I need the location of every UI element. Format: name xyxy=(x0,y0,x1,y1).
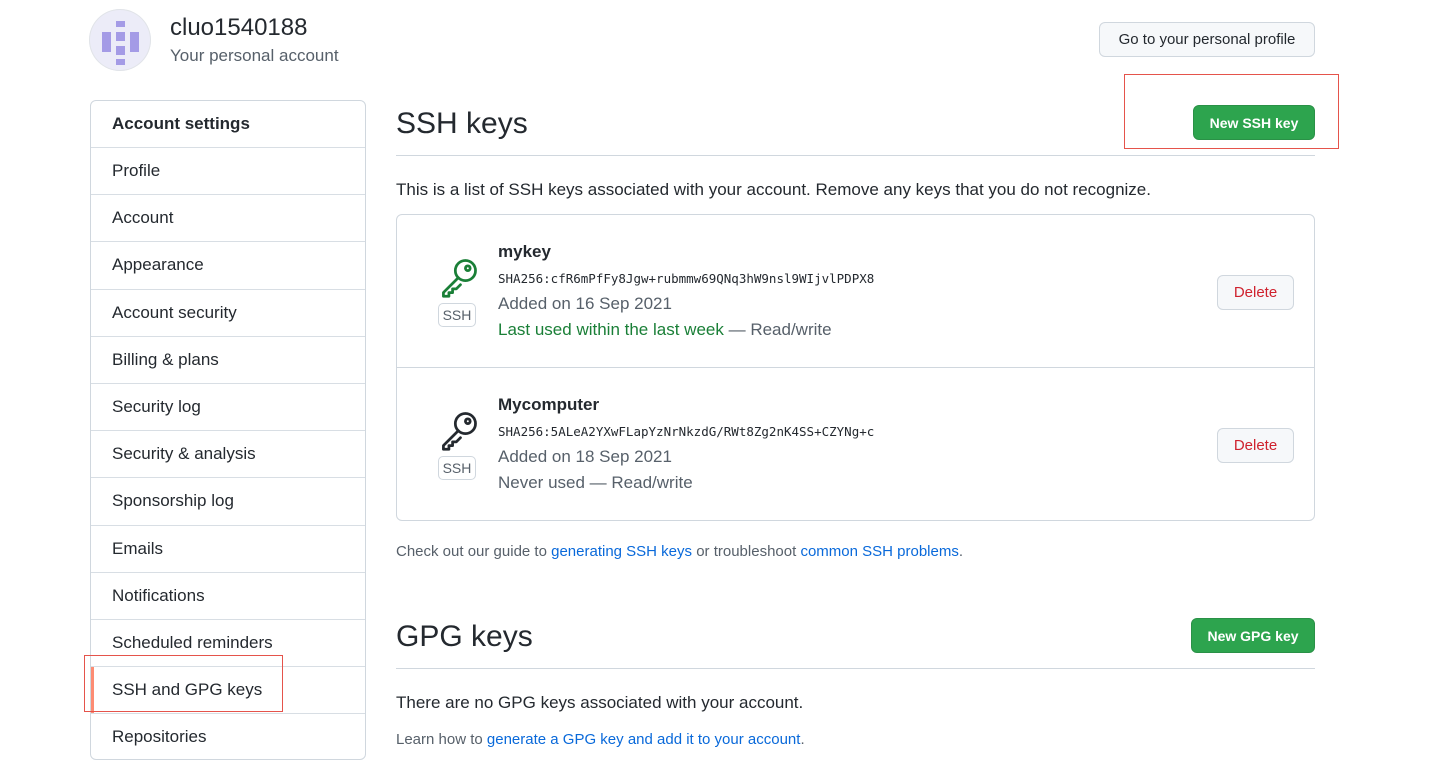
key-usage: Last used within the last week — Read/wr… xyxy=(498,320,832,340)
guide-prefix: Check out our guide to xyxy=(396,543,547,560)
generate-gpg-key-link[interactable]: generate a GPG key and add it to your ac… xyxy=(487,731,801,748)
delete-key-button[interactable]: Delete xyxy=(1217,428,1294,463)
gpg-divider xyxy=(396,668,1315,669)
key-added-date: Added on 18 Sep 2021 xyxy=(498,447,672,466)
account-type-label: Your personal account xyxy=(170,46,339,65)
key-access: — Read/write xyxy=(728,320,832,339)
new-ssh-key-button[interactable]: New SSH key xyxy=(1193,105,1315,140)
sidebar-item-scheduled-reminders[interactable]: Scheduled reminders xyxy=(91,620,365,668)
key-icon xyxy=(442,259,477,298)
ssh-keys-title: SSH keys xyxy=(396,107,528,140)
ssh-key-row: SSH Mycomputer SHA256:5ALeA2YXwFLapYzNrN… xyxy=(397,367,1314,520)
key-icon xyxy=(442,412,477,451)
sidebar-item-profile[interactable]: Profile xyxy=(91,148,365,196)
delete-key-button[interactable]: Delete xyxy=(1217,275,1294,310)
sidebar-item-account[interactable]: Account xyxy=(91,195,365,243)
key-added-date: Added on 16 Sep 2021 xyxy=(498,294,672,313)
sidebar-item-sponsorship-log[interactable]: Sponsorship log xyxy=(91,478,365,526)
sidebar-item-appearance[interactable]: Appearance xyxy=(91,242,365,290)
gpg-keys-title: GPG keys xyxy=(396,620,533,653)
ssh-key-list: SSH mykey SHA256:cfR6mPfFy8Jgw+rubmmw69Q… xyxy=(396,214,1315,521)
key-last-used: Never used xyxy=(498,473,585,492)
sidebar-item-account-security[interactable]: Account security xyxy=(91,290,365,337)
gpg-empty-text: There are no GPG keys associated with yo… xyxy=(396,693,804,712)
sidebar-item-repositories[interactable]: Repositories xyxy=(91,714,365,759)
key-last-used: Last used within the last week xyxy=(498,320,724,339)
ssh-type-badge: SSH xyxy=(438,456,476,480)
go-to-profile-button[interactable]: Go to your personal profile xyxy=(1099,22,1315,57)
ssh-key-row: SSH mykey SHA256:cfR6mPfFy8Jgw+rubmmw69Q… xyxy=(397,215,1314,367)
learn-suffix: . xyxy=(800,731,805,748)
common-ssh-problems-link[interactable]: common SSH problems xyxy=(800,543,958,560)
ssh-guide-text: Check out our guide to generating SSH ke… xyxy=(396,543,963,560)
ssh-type-badge: SSH xyxy=(438,303,476,327)
new-gpg-key-button[interactable]: New GPG key xyxy=(1191,618,1315,653)
sidebar-heading: Account settings xyxy=(91,101,365,148)
sidebar-item-notifications[interactable]: Notifications xyxy=(91,573,365,620)
ssh-description: This is a list of SSH keys associated wi… xyxy=(396,180,1151,199)
key-fingerprint: SHA256:5ALeA2YXwFLapYzNrNkzdG/RWt8Zg2nK4… xyxy=(498,424,875,439)
sidebar-item-emails[interactable]: Emails xyxy=(91,526,365,573)
sidebar-item-security-analysis[interactable]: Security & analysis xyxy=(91,431,365,479)
guide-suffix: . xyxy=(958,543,964,560)
gpg-learn-text: Learn how to generate a GPG key and add … xyxy=(396,731,805,748)
sidebar-item-security-log[interactable]: Security log xyxy=(91,384,365,432)
learn-prefix: Learn how to xyxy=(396,731,483,748)
key-access: — Read/write xyxy=(589,473,693,492)
avatar[interactable] xyxy=(89,9,151,71)
ssh-divider xyxy=(396,155,1315,156)
sidebar-item-billing[interactable]: Billing & plans xyxy=(91,337,365,384)
sidebar-item-ssh-gpg-keys[interactable]: SSH and GPG keys xyxy=(91,667,365,715)
key-name: mykey xyxy=(498,242,551,261)
user-name[interactable]: cluo1540188 xyxy=(170,13,307,43)
key-usage: Never used — Read/write xyxy=(498,473,693,493)
settings-sidebar: Account settings Profile Account Appeara… xyxy=(90,100,366,760)
key-fingerprint: SHA256:cfR6mPfFy8Jgw+rubmmw69QNq3hW9nsl9… xyxy=(498,271,875,286)
guide-middle: or troubleshoot xyxy=(696,543,797,560)
generating-ssh-keys-link[interactable]: generating SSH keys xyxy=(551,543,692,560)
key-name: Mycomputer xyxy=(498,395,600,414)
